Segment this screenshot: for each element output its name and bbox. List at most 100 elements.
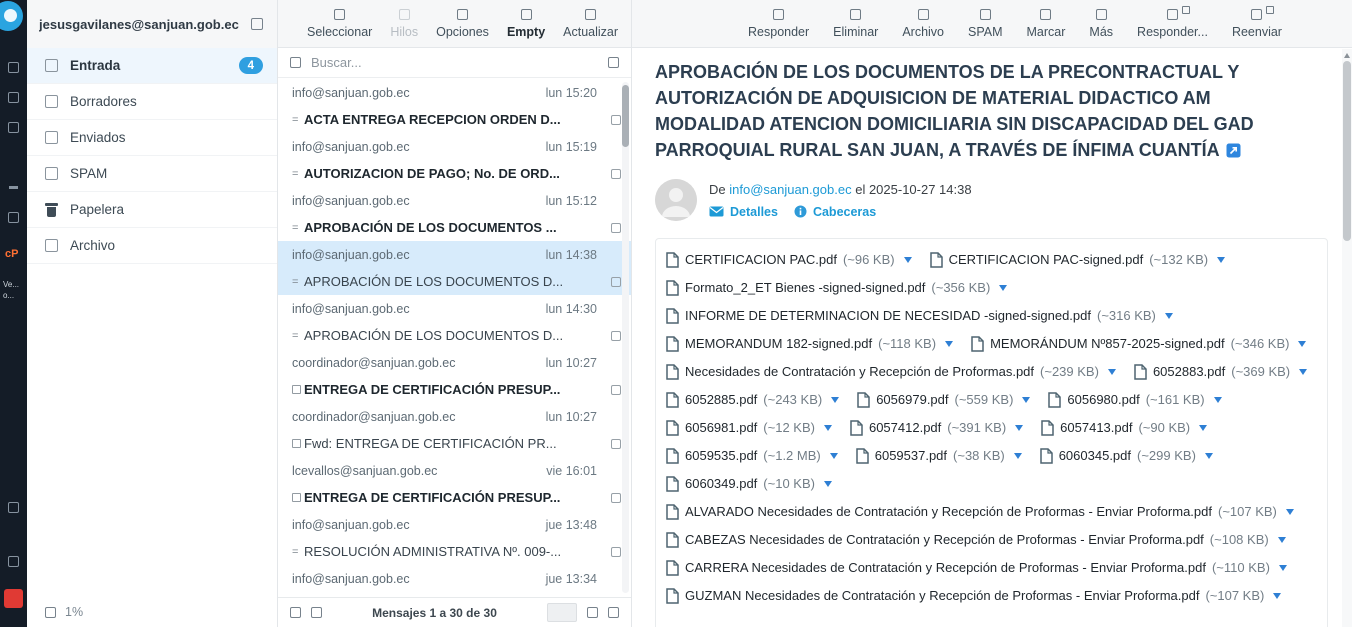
attachment-item[interactable]: 6060345.pdf (~299 KB): [1040, 442, 1213, 470]
taskbar-extra2-icon[interactable]: [8, 556, 19, 567]
flag-icon[interactable]: [611, 547, 621, 557]
compose-icon[interactable]: [251, 18, 263, 30]
folder-item[interactable]: Archivo: [27, 228, 277, 264]
list-toolbar-button[interactable]: Opciones: [427, 9, 498, 39]
attachment-menu-caret[interactable]: [945, 341, 953, 347]
attachment-item[interactable]: CERTIFICACION PAC-signed.pdf (~132 KB): [930, 246, 1225, 274]
attachment-menu-caret[interactable]: [1273, 593, 1281, 599]
attachment-menu-caret[interactable]: [830, 453, 838, 459]
list-toolbar-button[interactable]: Seleccionar: [298, 9, 381, 39]
sender-email-link[interactable]: info@sanjuan.gob.ec: [729, 182, 851, 197]
flag-icon[interactable]: [611, 223, 621, 233]
folder-item[interactable]: SPAM: [27, 156, 277, 192]
search-input[interactable]: [311, 55, 598, 70]
logout-icon[interactable]: [4, 589, 23, 608]
attachment-menu-caret[interactable]: [1165, 313, 1173, 319]
flag-icon[interactable]: [611, 493, 621, 503]
search-icon[interactable]: [290, 57, 301, 68]
taskbar-app-icon[interactable]: [8, 212, 19, 223]
attachment-item[interactable]: 6059535.pdf (~1.2 MB): [666, 442, 838, 470]
prev-page-icon[interactable]: [587, 607, 598, 618]
message-list-item[interactable]: info@sanjuan.gob.ec lun 15:20 = ACTA ENT…: [278, 79, 631, 133]
message-list-item[interactable]: coordinador@sanjuan.gob.ec lun 10:27 ENT…: [278, 349, 631, 403]
view-toolbar-button[interactable]: Responder: [739, 9, 818, 39]
message-list-item[interactable]: lcevallos@sanjuan.gob.ec vie 16:01 ENTRE…: [278, 457, 631, 511]
flag-icon[interactable]: [611, 115, 621, 125]
page-input[interactable]: [547, 603, 577, 622]
attachment-menu-caret[interactable]: [999, 285, 1007, 291]
list-options-icon[interactable]: [311, 607, 322, 618]
view-toolbar-button[interactable]: Archivo: [893, 9, 953, 39]
list-toolbar-button[interactable]: Empty: [498, 9, 554, 39]
view-toolbar-button[interactable]: Reenviar: [1223, 9, 1291, 39]
folder-item[interactable]: Borradores: [27, 84, 277, 120]
view-toolbar-button[interactable]: Responder...: [1128, 9, 1217, 39]
attachment-menu-caret[interactable]: [1205, 453, 1213, 459]
view-toolbar-button[interactable]: Eliminar: [824, 9, 887, 39]
attachment-item[interactable]: ALVARADO Necesidades de Contratación y R…: [666, 498, 1294, 526]
open-in-new-window-icon[interactable]: [1226, 140, 1241, 166]
view-toolbar-button[interactable]: Más: [1080, 9, 1122, 39]
attachment-item[interactable]: 6060349.pdf (~10 KB): [666, 470, 832, 498]
headers-toggle[interactable]: Cabeceras: [794, 205, 876, 219]
attachment-menu-caret[interactable]: [1108, 369, 1116, 375]
next-page-icon[interactable]: [608, 607, 619, 618]
attachment-item[interactable]: MEMORÁNDUM Nº857-2025-signed.pdf (~346 K…: [971, 330, 1306, 358]
folder-item[interactable]: Entrada 4: [27, 48, 277, 84]
attachment-menu-caret[interactable]: [1279, 565, 1287, 571]
attachment-menu-caret[interactable]: [1286, 509, 1294, 515]
taskbar-contacts-icon[interactable]: [8, 92, 19, 103]
attachment-item[interactable]: 6056981.pdf (~12 KB): [666, 414, 832, 442]
attachment-menu-caret[interactable]: [1015, 425, 1023, 431]
list-scrollbar[interactable]: [622, 82, 629, 593]
list-toolbar-button[interactable]: Hilos: [381, 9, 427, 39]
message-list-item[interactable]: info@sanjuan.gob.ec jue 13:48 = RESOLUCI…: [278, 511, 631, 565]
message-list-item[interactable]: info@sanjuan.gob.ec lun 15:12 = APROBACI…: [278, 187, 631, 241]
attachment-item[interactable]: 6052885.pdf (~243 KB): [666, 386, 839, 414]
taskbar-mail-icon[interactable]: [8, 62, 19, 73]
flag-icon[interactable]: [611, 439, 621, 449]
view-scrollbar[interactable]: [1342, 49, 1352, 627]
attachment-menu-caret[interactable]: [904, 257, 912, 263]
attachment-menu-caret[interactable]: [1299, 369, 1307, 375]
message-list-item[interactable]: info@sanjuan.gob.ec lun 14:38 = APROBACI…: [278, 241, 631, 295]
search-options-icon[interactable]: [608, 57, 619, 68]
attachment-menu-caret[interactable]: [1199, 425, 1207, 431]
attachment-item[interactable]: GUZMAN Necesidades de Contratación y Rec…: [666, 582, 1281, 610]
folder-item[interactable]: Enviados: [27, 120, 277, 156]
attachment-item[interactable]: 6052883.pdf (~369 KB): [1134, 358, 1307, 386]
view-scrollbar-thumb[interactable]: [1343, 61, 1351, 241]
attachment-item[interactable]: 6056979.pdf (~559 KB): [857, 386, 1030, 414]
flag-icon[interactable]: [611, 169, 621, 179]
attachment-item[interactable]: MEMORANDUM 182-signed.pdf (~118 KB): [666, 330, 953, 358]
message-list-item[interactable]: info@sanjuan.gob.ec jue 13:34 =: [278, 565, 631, 597]
attachment-menu-caret[interactable]: [1214, 397, 1222, 403]
flag-icon[interactable]: [611, 277, 621, 287]
details-toggle[interactable]: Detalles: [709, 205, 778, 219]
attachment-item[interactable]: CARRERA Necesidades de Contratación y Re…: [666, 554, 1287, 582]
taskbar-settings-icon[interactable]: [8, 122, 19, 133]
view-toolbar-button[interactable]: SPAM: [959, 9, 1012, 39]
attachment-item[interactable]: Necesidades de Contratación y Recepción …: [666, 358, 1116, 386]
attachment-menu-caret[interactable]: [831, 397, 839, 403]
select-all-checkbox[interactable]: [290, 607, 301, 618]
message-list-item[interactable]: coordinador@sanjuan.gob.ec lun 10:27 Fwd…: [278, 403, 631, 457]
attachment-item[interactable]: 6059537.pdf (~38 KB): [856, 442, 1022, 470]
attachment-menu-caret[interactable]: [824, 425, 832, 431]
attachment-menu-caret[interactable]: [1022, 397, 1030, 403]
attachment-menu-caret[interactable]: [1298, 341, 1306, 347]
flag-icon[interactable]: [611, 331, 621, 341]
view-toolbar-button[interactable]: Marcar: [1018, 9, 1075, 39]
attachment-item[interactable]: Formato_2_ET Bienes -signed-signed.pdf (…: [666, 274, 1007, 302]
list-toolbar-button[interactable]: Actualizar: [554, 9, 627, 39]
attachment-item[interactable]: CERTIFICACION PAC.pdf (~96 KB): [666, 246, 912, 274]
attachment-item[interactable]: INFORME DE DETERMINACION DE NECESIDAD -s…: [666, 302, 1173, 330]
attachment-menu-caret[interactable]: [1217, 257, 1225, 263]
attachment-item[interactable]: 6056980.pdf (~161 KB): [1048, 386, 1221, 414]
message-list-item[interactable]: info@sanjuan.gob.ec lun 15:19 = AUTORIZA…: [278, 133, 631, 187]
attachment-menu-caret[interactable]: [1014, 453, 1022, 459]
attachment-item[interactable]: 6057413.pdf (~90 KB): [1041, 414, 1207, 442]
scrollbar-up-arrow[interactable]: [1344, 53, 1350, 58]
attachment-menu-caret[interactable]: [824, 481, 832, 487]
attachment-item[interactable]: 6057412.pdf (~391 KB): [850, 414, 1023, 442]
